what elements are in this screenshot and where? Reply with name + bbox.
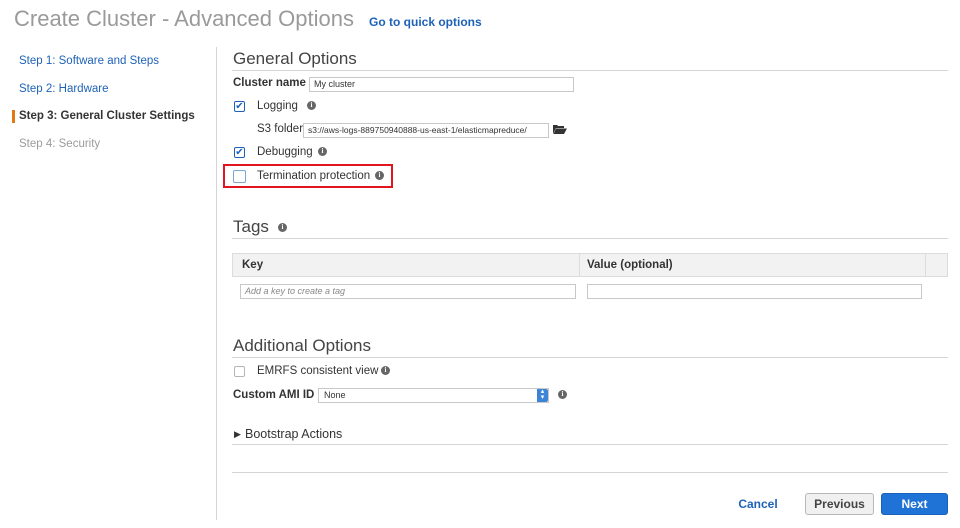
sidebar-divider: [216, 47, 217, 520]
logging-label: Logging: [257, 100, 298, 112]
next-button[interactable]: Next: [881, 493, 948, 515]
debugging-info-icon[interactable]: i: [318, 147, 327, 156]
page-title: Create Cluster - Advanced Options: [14, 6, 354, 31]
bootstrap-divider: [232, 444, 948, 445]
tag-key-input[interactable]: Add a key to create a tag: [240, 284, 576, 299]
custom-ami-id-label: Custom AMI ID: [233, 389, 315, 401]
cluster-name-label: Cluster name: [233, 77, 306, 89]
tags-column-value: Value (optional): [587, 259, 673, 271]
custom-ami-id-value: None: [324, 390, 346, 400]
previous-button[interactable]: Previous: [805, 493, 874, 515]
sidebar-item-general-cluster-settings[interactable]: Step 3: General Cluster Settings: [19, 110, 195, 122]
sidebar-item-software-and-steps[interactable]: Step 1: Software and Steps: [19, 55, 159, 67]
sidebar-item-hardware[interactable]: Step 2: Hardware: [19, 83, 109, 95]
emrfs-consistent-view-checkbox[interactable]: [234, 366, 245, 377]
select-arrows-icon: ▴ ▾: [537, 388, 548, 402]
additional-options-heading: Additional Options: [233, 336, 371, 355]
folder-open-icon[interactable]: [553, 124, 567, 134]
custom-ami-id-select[interactable]: None ▴ ▾: [318, 388, 549, 403]
termination-protection-label: Termination protection: [257, 170, 371, 182]
logging-info-icon[interactable]: i: [307, 101, 316, 110]
tags-divider: [232, 238, 948, 239]
bootstrap-actions-toggle[interactable]: Bootstrap Actions: [245, 427, 342, 441]
sidebar-item-security: Step 4: Security: [19, 138, 101, 150]
termination-protection-checkbox[interactable]: [233, 170, 246, 183]
tag-value-input[interactable]: [587, 284, 922, 299]
tags-column-separator: [925, 253, 926, 277]
tags-heading: Tags: [233, 217, 269, 236]
debugging-label: Debugging: [257, 146, 313, 158]
footer-divider: [232, 472, 948, 473]
debugging-checkbox[interactable]: ✔: [234, 147, 245, 158]
s3-folder-label: S3 folder: [257, 123, 304, 135]
caret-right-icon[interactable]: ▶: [234, 429, 241, 440]
custom-ami-info-icon[interactable]: i: [558, 390, 567, 399]
s3-folder-input[interactable]: s3://aws-logs-889750940888-us-east-1/ela…: [303, 123, 549, 138]
cluster-name-input[interactable]: My cluster: [309, 77, 574, 92]
general-options-heading: General Options: [233, 49, 357, 68]
logging-checkbox[interactable]: ✔: [234, 101, 245, 112]
tags-column-key: Key: [242, 259, 264, 271]
termination-protection-info-icon[interactable]: i: [375, 171, 384, 180]
tags-column-separator: [579, 253, 580, 277]
general-options-divider: [232, 70, 948, 71]
go-to-quick-options-link[interactable]: Go to quick options: [369, 15, 482, 29]
active-step-marker: [12, 110, 15, 123]
tags-info-icon[interactable]: i: [278, 223, 287, 232]
cancel-button[interactable]: Cancel: [735, 493, 781, 515]
additional-options-divider: [232, 357, 948, 358]
emrfs-info-icon[interactable]: i: [381, 366, 390, 375]
emrfs-consistent-view-label: EMRFS consistent view: [257, 365, 379, 377]
